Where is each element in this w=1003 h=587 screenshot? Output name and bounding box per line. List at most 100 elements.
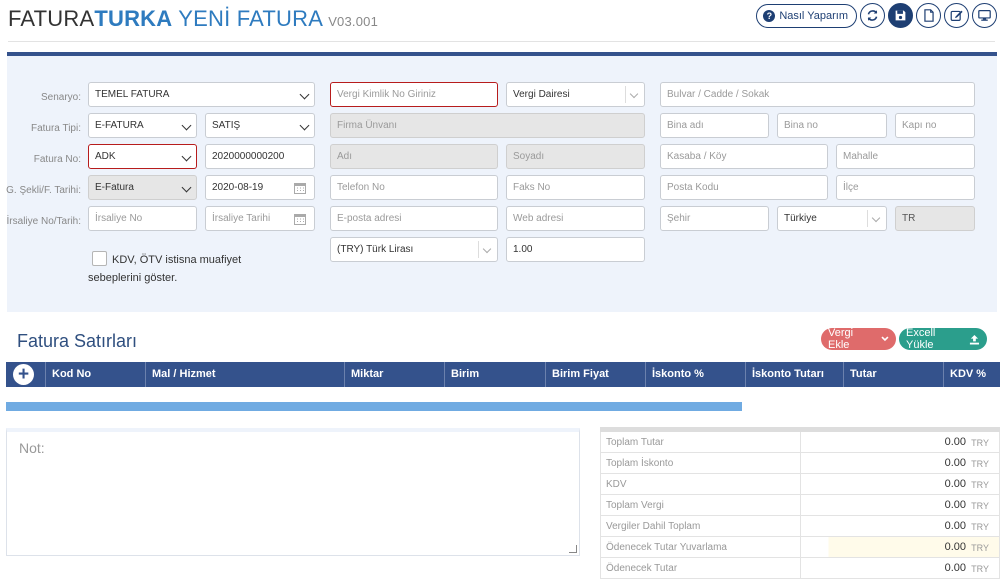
calendar-icon[interactable] (294, 182, 306, 194)
totals-currency: TRY (971, 501, 989, 511)
fatura-tarihi-value: 2020-08-19 (212, 182, 264, 193)
firma-unvani-placeholder: Firma Ünvanı (337, 120, 398, 131)
totals-value: 0.00 (944, 478, 966, 490)
totals-currency: TRY (971, 438, 989, 448)
posta-kodu-placeholder: Posta Kodu (667, 182, 719, 193)
vergi-dairesi-select[interactable]: Vergi Dairesi (506, 82, 645, 107)
totals-value-cell: 0.00 TRY (800, 474, 999, 494)
edit-icon (950, 10, 963, 21)
eposta-placeholder: E-posta adresi (337, 213, 402, 224)
eposta-input[interactable]: E-posta adresi (330, 206, 498, 231)
totals-label: KDV (606, 479, 627, 490)
col-iskonto-yuzde: İskonto % (645, 362, 745, 387)
totals-label: Ödenecek Tutar Yuvarlama (606, 542, 727, 553)
fatura-prefix-value: ADK (95, 151, 116, 162)
edit-button[interactable] (944, 3, 969, 28)
bina-adi-placeholder: Bina adı (667, 120, 704, 131)
satis-select[interactable]: SATIŞ (205, 113, 315, 138)
sehir-placeholder: Şehir (667, 213, 691, 224)
totals-value-cell: 0.00 TRY (800, 558, 999, 578)
vergi-ekle-button[interactable]: Vergi Ekle (821, 327, 896, 351)
desktop-button[interactable] (972, 3, 997, 28)
irsaliye-tarihi-input[interactable]: İrsaliye Tarihi (205, 206, 315, 231)
totals-value: 0.00 (944, 562, 966, 574)
fatura-tipi-value: E-FATURA (95, 120, 144, 131)
adi-placeholder: Adı (337, 151, 353, 162)
totals-value: 0.00 (944, 499, 966, 511)
ilce-input[interactable]: İlçe (836, 175, 975, 200)
chevron-down-icon (181, 120, 192, 131)
vkn-input[interactable]: Vergi Kimlik No Giriniz (330, 82, 498, 107)
senaryo-select[interactable]: TEMEL FATURA (88, 82, 315, 107)
ulke-kodu-input: TR (895, 206, 975, 231)
chevron-down-icon (881, 336, 889, 342)
telefon-input[interactable]: Telefon No (330, 175, 498, 200)
ilce-placeholder: İlçe (843, 182, 859, 193)
resize-handle[interactable] (569, 545, 577, 553)
excel-yukle-button[interactable]: Excell Yükle (899, 327, 987, 351)
save-button[interactable] (888, 3, 913, 28)
vkn-placeholder: Vergi Kimlik No Giriniz (337, 89, 436, 100)
kapi-no-input[interactable]: Kapı no (895, 113, 975, 138)
fatura-prefix-select[interactable]: ADK (88, 144, 197, 169)
ulke-select[interactable]: Türkiye (777, 206, 887, 231)
mahalle-input[interactable]: Mahalle (836, 144, 975, 169)
brand-turka: TURKA (94, 6, 173, 31)
kur-input[interactable]: 1.00 (506, 237, 645, 262)
irsaliye-no-input[interactable]: İrsaliye No (88, 206, 197, 231)
col-tutar: Tutar (843, 362, 943, 387)
soyadi-input[interactable]: Soyadı (506, 144, 645, 169)
bina-adi-input[interactable]: Bina adı (660, 113, 769, 138)
chevron-down-icon (181, 182, 192, 193)
bulvar-input[interactable]: Bulvar / Cadde / Sokak (660, 82, 975, 107)
adi-input[interactable]: Adı (330, 144, 498, 169)
doviz-select[interactable]: (TRY) Türk Lirası (330, 237, 498, 262)
posta-kodu-input[interactable]: Posta Kodu (660, 175, 828, 200)
totals-value-cell: 0.00 TRY (800, 495, 999, 515)
kapi-no-placeholder: Kapı no (902, 120, 937, 131)
chevron-down-icon (299, 89, 310, 100)
firma-unvani-input[interactable]: Firma Ünvanı (330, 113, 645, 138)
kdv-istisna-label: KDV, ÖTV istisna muafiyet sebeplerini gö… (88, 254, 242, 284)
bina-no-input[interactable]: Bina no (777, 113, 887, 138)
web-placeholder: Web adresi (513, 213, 564, 224)
chevron-down-icon (299, 120, 310, 131)
kasaba-input[interactable]: Kasaba / Köy (660, 144, 828, 169)
totals-row: Ödenecek Tutar 0.00 TRY (600, 558, 1000, 579)
new-document-icon (923, 9, 934, 22)
totals-value-cell[interactable]: 0.00 TRY (800, 537, 999, 557)
note-textarea[interactable]: Not: (6, 428, 580, 556)
upload-icon (970, 334, 980, 344)
kasaba-placeholder: Kasaba / Köy (667, 151, 727, 162)
totals-value: 0.00 (944, 457, 966, 469)
gonderim-sekli-select[interactable]: E-Fatura (88, 175, 197, 200)
fatura-no-value: 2020000000200 (212, 151, 285, 162)
vergi-dairesi-value: Vergi Dairesi (513, 89, 570, 100)
desktop-icon (978, 10, 991, 21)
new-document-button[interactable] (916, 3, 941, 28)
irsaliye-tarihi-placeholder: İrsaliye Tarihi (212, 213, 271, 224)
faks-input[interactable]: Faks No (506, 175, 645, 200)
chevron-down-icon (181, 151, 192, 162)
label-fatura-tipi: Fatura Tipi: (30, 123, 81, 134)
totals-row: KDV 0.00 TRY (600, 474, 1000, 495)
select-separator (478, 241, 479, 258)
refresh-button[interactable] (860, 3, 885, 28)
soyadi-placeholder: Soyadı (513, 151, 545, 162)
help-button[interactable]: ? Nasıl Yaparım (756, 3, 857, 28)
satis-value: SATIŞ (212, 120, 241, 131)
fatura-no-input[interactable]: 2020000000200 (205, 144, 315, 169)
totals-currency: TRY (971, 564, 989, 574)
totals-row: Toplam İskonto 0.00 TRY (600, 453, 1000, 474)
app-brand: FATURATURKA YENİ FATURA V03.001 (8, 6, 378, 32)
add-line-button[interactable]: + (13, 364, 34, 385)
fatura-tarihi-input[interactable]: 2020-08-19 (205, 175, 315, 200)
calendar-icon[interactable] (294, 213, 306, 225)
fatura-tipi-select[interactable]: E-FATURA (88, 113, 197, 138)
kur-value: 1.00 (513, 244, 533, 255)
totals-row: Vergiler Dahil Toplam 0.00 TRY (600, 516, 1000, 537)
web-input[interactable]: Web adresi (506, 206, 645, 231)
totals-value: 0.00 (944, 520, 966, 532)
sehir-input[interactable]: Şehir (660, 206, 769, 231)
telefon-placeholder: Telefon No (337, 182, 385, 193)
